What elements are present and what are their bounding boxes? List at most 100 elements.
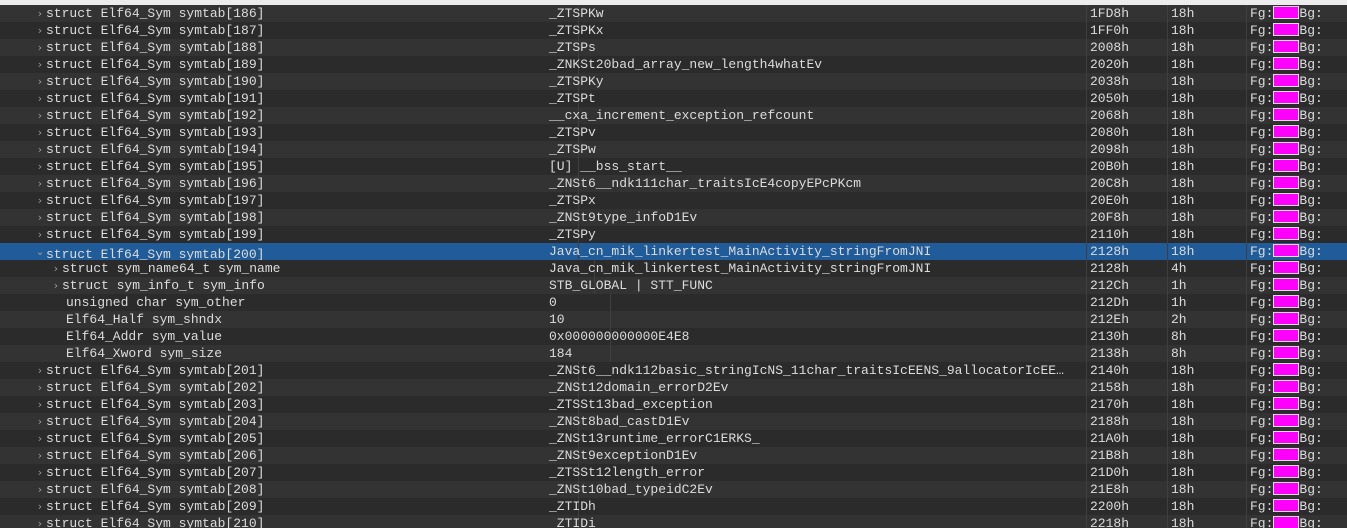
chevron-right-icon[interactable]: › [34, 226, 46, 243]
chevron-right-icon[interactable]: › [34, 39, 46, 56]
value-cell[interactable]: Java_cn_mik_linkertest_MainActivity_stri… [545, 243, 1087, 260]
color-cell[interactable]: Fg: Bg: [1248, 447, 1347, 464]
fg-color-swatch[interactable] [1273, 516, 1300, 528]
chevron-right-icon[interactable]: › [34, 175, 46, 192]
value-cell[interactable]: _ZNSt9type_infoD1Ev [545, 209, 1087, 226]
table-row[interactable]: Elf64_Xword sym_size 184 2138h 8h Fg: Bg: [0, 345, 1347, 362]
table-row[interactable]: › struct Elf64_Sym symtab[188] _ZTSPs 2008h… [0, 39, 1347, 56]
fg-color-swatch[interactable] [1273, 210, 1300, 223]
color-cell[interactable]: Fg: Bg: [1248, 90, 1347, 107]
table-row[interactable]: › struct Elf64_Sym symtab[210] _ZTIDi 2218h… [0, 515, 1347, 528]
value-cell[interactable]: _ZTIDi [545, 515, 1087, 528]
fg-color-swatch[interactable] [1273, 261, 1300, 274]
chevron-right-icon[interactable]: › [34, 209, 46, 226]
value-cell[interactable]: __cxa_increment_exception_refcount [545, 107, 1087, 124]
chevron-right-icon[interactable]: › [34, 22, 46, 39]
value-cell[interactable]: 184 [545, 345, 1087, 362]
fg-color-swatch[interactable] [1273, 312, 1300, 325]
chevron-right-icon[interactable]: › [34, 90, 46, 107]
fg-color-swatch[interactable] [1273, 23, 1300, 36]
value-cell[interactable]: 0x000000000000E4E8 [545, 328, 1087, 345]
chevron-right-icon[interactable]: › [34, 379, 46, 396]
chevron-right-icon[interactable]: › [34, 362, 46, 379]
table-row[interactable]: Elf64_Half sym_shndx 10 212Eh 2h Fg: Bg: [0, 311, 1347, 328]
fg-color-swatch[interactable] [1273, 40, 1300, 53]
value-cell[interactable]: 0 [545, 294, 1087, 311]
color-cell[interactable]: Fg: Bg: [1248, 243, 1347, 260]
fg-color-swatch[interactable] [1273, 414, 1300, 427]
value-cell[interactable]: [U] __bss_start__ [545, 158, 1087, 175]
color-cell[interactable]: Fg: Bg: [1248, 158, 1347, 175]
fg-color-swatch[interactable] [1273, 380, 1300, 393]
fg-color-swatch[interactable] [1273, 125, 1300, 138]
table-row[interactable]: › struct sym_info_t sym_info STB_GLOBAL | … [0, 277, 1347, 294]
table-row[interactable]: Elf64_Addr sym_value 0x000000000000E4E8 21… [0, 328, 1347, 345]
chevron-right-icon[interactable]: › [34, 192, 46, 209]
fg-color-swatch[interactable] [1273, 159, 1300, 172]
value-cell[interactable]: _ZTSSt13bad_exception [545, 396, 1087, 413]
value-cell[interactable]: _ZTSPx [545, 192, 1087, 209]
chevron-down-icon[interactable]: ⌄ [34, 243, 46, 260]
table-row[interactable]: › struct Elf64_Sym symtab[201] _ZNSt6__ndk… [0, 362, 1347, 379]
fg-color-swatch[interactable] [1273, 363, 1300, 376]
value-cell[interactable]: _ZTSPKx [545, 22, 1087, 39]
table-row[interactable]: › struct Elf64_Sym symtab[196] _ZNSt6__ndk… [0, 175, 1347, 192]
chevron-right-icon[interactable]: › [34, 5, 46, 22]
table-row[interactable]: › struct Elf64_Sym symtab[194] _ZTSPw 2098h… [0, 141, 1347, 158]
color-cell[interactable]: Fg: Bg: [1248, 39, 1347, 56]
table-row[interactable]: › struct Elf64_Sym symtab[187] _ZTSPKx 1FF0… [0, 22, 1347, 39]
fg-color-swatch[interactable] [1273, 227, 1300, 240]
table-row[interactable]: › struct Elf64_Sym symtab[195] [U] __bss_s… [0, 158, 1347, 175]
table-row[interactable]: › struct Elf64_Sym symtab[199] _ZTSPy 2110h… [0, 226, 1347, 243]
fg-color-swatch[interactable] [1273, 193, 1300, 206]
fg-color-swatch[interactable] [1273, 431, 1300, 444]
chevron-right-icon[interactable]: › [34, 73, 46, 90]
value-cell[interactable]: _ZNSt9exceptionD1Ev [545, 447, 1087, 464]
fg-color-swatch[interactable] [1273, 74, 1300, 87]
chevron-right-icon[interactable]: › [50, 260, 62, 277]
value-cell[interactable]: _ZNSt13runtime_errorC1ERKS_ [545, 430, 1087, 447]
fg-color-swatch[interactable] [1273, 91, 1300, 104]
table-row[interactable]: › struct Elf64_Sym symtab[203] _ZTSSt13bad… [0, 396, 1347, 413]
value-cell[interactable]: _ZTSPKy [545, 73, 1087, 90]
value-cell[interactable]: Java_cn_mik_linkertest_MainActivity_stri… [545, 260, 1087, 277]
fg-color-swatch[interactable] [1273, 176, 1300, 189]
fg-color-swatch[interactable] [1273, 397, 1300, 410]
fg-color-swatch[interactable] [1273, 499, 1300, 512]
value-cell[interactable]: 10 [545, 311, 1087, 328]
table-row[interactable]: › struct Elf64_Sym symtab[207] _ZTSSt12len… [0, 464, 1347, 481]
chevron-right-icon[interactable]: › [34, 498, 46, 515]
chevron-right-icon[interactable]: › [50, 277, 62, 294]
table-row[interactable]: › struct Elf64_Sym symtab[192] __cxa_incre… [0, 107, 1347, 124]
chevron-right-icon[interactable]: › [34, 430, 46, 447]
color-cell[interactable]: Fg: Bg: [1248, 328, 1347, 345]
table-row[interactable]: › struct Elf64_Sym symtab[197] _ZTSPx 20E0h… [0, 192, 1347, 209]
value-cell[interactable]: _ZTSSt12length_error [545, 464, 1087, 481]
fg-color-swatch[interactable] [1273, 465, 1300, 478]
fg-color-swatch[interactable] [1273, 108, 1300, 121]
chevron-right-icon[interactable]: › [34, 447, 46, 464]
fg-color-swatch[interactable] [1273, 6, 1300, 19]
fg-color-swatch[interactable] [1273, 448, 1300, 461]
color-cell[interactable]: Fg: Bg: [1248, 345, 1347, 362]
color-cell[interactable]: Fg: Bg: [1248, 277, 1347, 294]
fg-color-swatch[interactable] [1273, 329, 1300, 342]
value-cell[interactable]: _ZNKSt20bad_array_new_length4whatEv [545, 56, 1087, 73]
color-cell[interactable]: Fg: Bg: [1248, 175, 1347, 192]
color-cell[interactable]: Fg: Bg: [1248, 362, 1347, 379]
fg-color-swatch[interactable] [1273, 57, 1300, 70]
chevron-right-icon[interactable]: › [34, 515, 46, 528]
value-cell[interactable]: _ZNSt12domain_errorD2Ev [545, 379, 1087, 396]
table-row[interactable]: › struct Elf64_Sym symtab[191] _ZTSPt 2050h… [0, 90, 1347, 107]
color-cell[interactable]: Fg: Bg: [1248, 56, 1347, 73]
table-row[interactable]: › struct Elf64_Sym symtab[189] _ZNKSt20bad… [0, 56, 1347, 73]
chevron-right-icon[interactable]: › [34, 158, 46, 175]
table-row[interactable]: › struct Elf64_Sym symtab[204] _ZNSt8bad_c… [0, 413, 1347, 430]
chevron-right-icon[interactable]: › [34, 56, 46, 73]
chevron-right-icon[interactable]: › [34, 107, 46, 124]
color-cell[interactable]: Fg: Bg: [1248, 396, 1347, 413]
value-cell[interactable]: _ZNSt6__ndk112basic_stringIcNS_11char_tr… [545, 362, 1087, 379]
table-row[interactable]: › struct Elf64_Sym symtab[208] _ZNSt10bad_… [0, 481, 1347, 498]
chevron-right-icon[interactable]: › [34, 464, 46, 481]
value-cell[interactable]: _ZTSPKw [545, 5, 1087, 22]
